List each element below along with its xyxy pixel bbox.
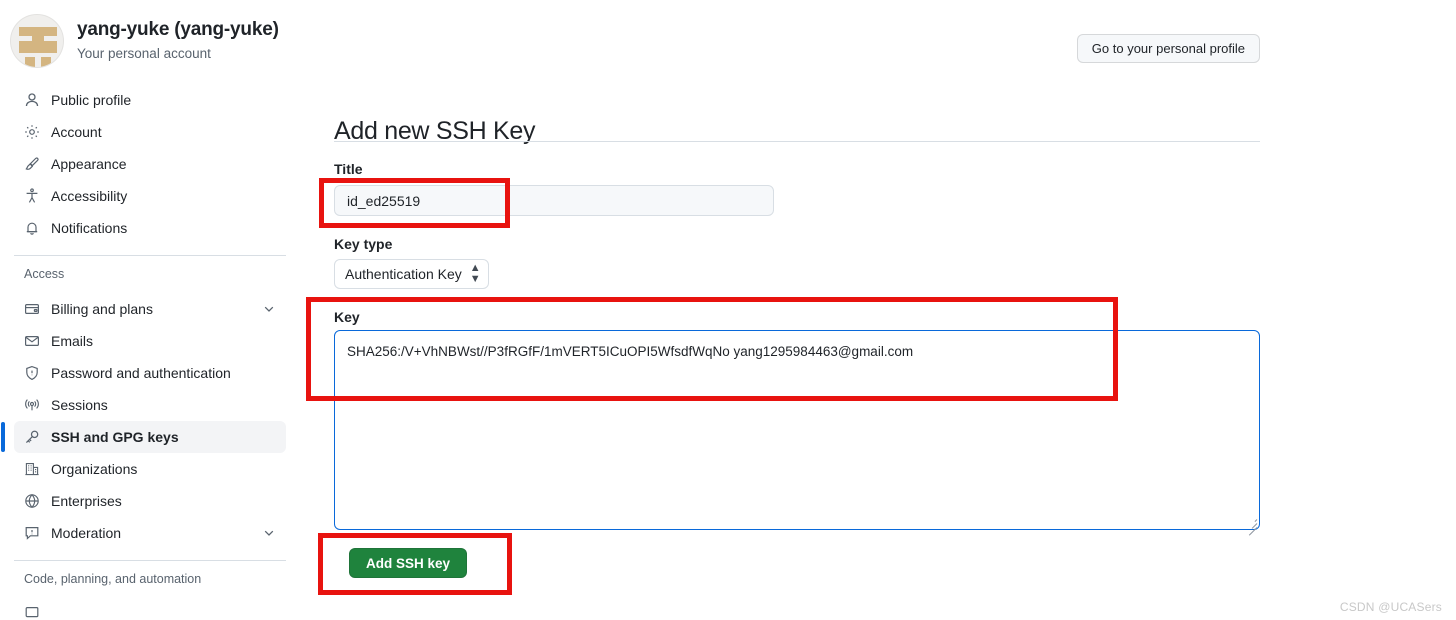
person-icon (24, 92, 40, 108)
sidebar-access-list: Billing and plans Emails Password and au… (0, 293, 300, 549)
sidebar-item-password-and-authentication[interactable]: Password and authentication (14, 357, 286, 389)
shield-icon (24, 365, 40, 381)
sidebar-label: Appearance (51, 156, 127, 172)
mail-icon (24, 333, 40, 349)
sidebar-item-account[interactable]: Account (14, 116, 286, 148)
sidebar-label: Notifications (51, 220, 128, 236)
key-icon (24, 429, 40, 445)
title-input[interactable] (334, 185, 774, 216)
account-name: yang-yuke (yang-yuke) (77, 19, 279, 41)
page-title-divider (334, 141, 1260, 142)
credit-card-icon (24, 301, 40, 317)
sidebar-item-accessibility[interactable]: Accessibility (14, 180, 286, 212)
organization-icon (24, 461, 40, 477)
key-type-field-label: Key type (334, 236, 393, 252)
bell-icon (24, 220, 40, 236)
sidebar-item-organizations[interactable]: Organizations (14, 453, 286, 485)
account-header: yang-yuke (yang-yuke) Your personal acco… (0, 0, 300, 78)
globe-icon (24, 493, 40, 509)
accessibility-icon (24, 188, 40, 204)
sidebar-item-emails[interactable]: Emails (14, 325, 286, 357)
sidebar-item-appearance[interactable]: Appearance (14, 148, 286, 180)
sidebar-item-sessions[interactable]: Sessions (14, 389, 286, 421)
sidebar-label: Billing and plans (51, 300, 153, 317)
sidebar-label: SSH and GPG keys (51, 428, 179, 445)
sidebar-label: Sessions (51, 396, 108, 413)
repo-icon (24, 605, 40, 620)
sidebar-item-partial[interactable] (14, 597, 286, 620)
sidebar-label: Moderation (51, 524, 122, 541)
go-to-personal-profile-button[interactable]: Go to your personal profile (1076, 34, 1260, 63)
key-textarea[interactable] (334, 330, 1260, 530)
report-icon (24, 525, 40, 541)
account-names: yang-yuke (yang-yuke) Your personal acco… (77, 18, 279, 64)
sidebar-item-notifications[interactable]: Notifications (14, 212, 286, 244)
account-subtitle: Your personal account (77, 45, 211, 61)
broadcast-icon (24, 397, 40, 413)
chevron-down-icon[interactable] (262, 302, 276, 316)
settings-sidebar: yang-yuke (yang-yuke) Your personal acco… (0, 0, 300, 620)
sidebar-label: Accessibility (51, 188, 128, 204)
sidebar-item-billing-and-plans[interactable]: Billing and plans (14, 293, 286, 325)
select-arrows-icon: ▲ ▼ (469, 262, 481, 285)
add-ssh-key-button[interactable]: Add SSH key (349, 548, 468, 578)
key-field-label: Key (334, 309, 360, 325)
sidebar-label: Enterprises (51, 492, 122, 509)
sidebar-item-public-profile[interactable]: Public profile (14, 84, 286, 116)
key-type-selected-value: Authentication Key (345, 266, 462, 282)
gear-icon (24, 124, 40, 140)
page-root: yang-yuke (yang-yuke) Your personal acco… (0, 0, 1456, 620)
sidebar-item-moderation[interactable]: Moderation (14, 517, 286, 549)
sidebar-item-ssh-and-gpg-keys[interactable]: SSH and GPG keys (1, 420, 286, 453)
watermark: CSDN @UCASers (1339, 600, 1442, 614)
sidebar-label: Account (51, 124, 102, 140)
sidebar-label: Public profile (51, 92, 132, 108)
sidebar-label: Password and authentication (51, 364, 231, 381)
main-content: Go to your personal profile Add new SSH … (334, 0, 1456, 620)
sidebar-primary-list: Public profile Account Appearance Access… (0, 84, 300, 244)
avatar (10, 14, 64, 68)
title-field-label: Title (334, 161, 363, 177)
sidebar-section-access: Access (24, 267, 65, 281)
sidebar-code-list (0, 597, 300, 620)
sidebar-label: Emails (51, 332, 94, 349)
chevron-down-icon[interactable] (262, 526, 276, 540)
sidebar-item-enterprises[interactable]: Enterprises (14, 485, 286, 517)
key-type-select[interactable]: Authentication Key ▲ ▼ (334, 259, 489, 289)
sidebar-label: Organizations (51, 460, 138, 477)
sidebar-section-code-planning-automation: Code, planning, and automation (24, 571, 202, 586)
paintbrush-icon (24, 156, 40, 172)
